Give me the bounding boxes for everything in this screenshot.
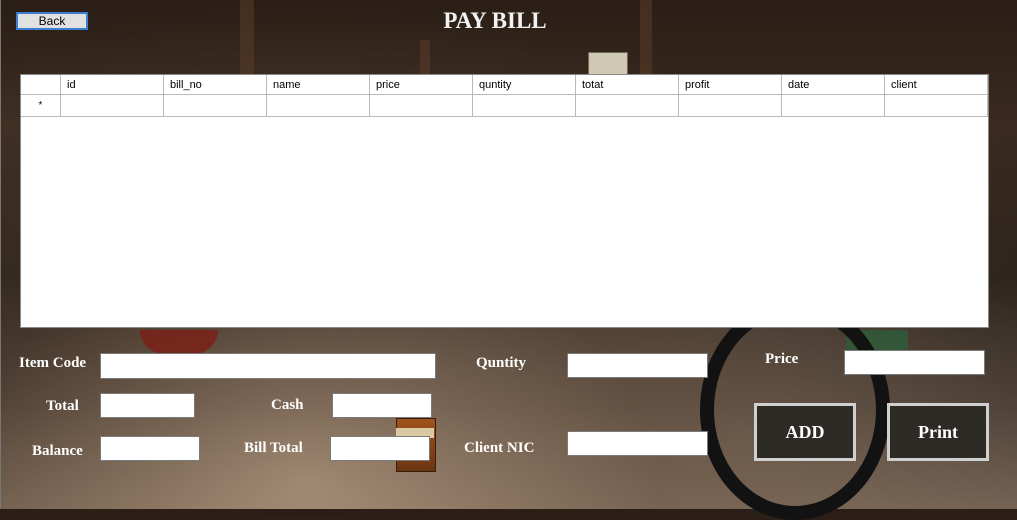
column-header-date[interactable]: date — [782, 75, 885, 95]
quantity-label: Quntity — [476, 355, 527, 371]
quantity-input[interactable] — [567, 353, 708, 378]
total-input[interactable] — [100, 393, 195, 418]
background-beam — [420, 40, 430, 74]
item-code-input[interactable] — [100, 353, 436, 379]
price-label: Price — [765, 351, 799, 367]
table-row-new[interactable]: * — [21, 95, 988, 117]
table-cell[interactable] — [267, 95, 370, 117]
table-cell[interactable] — [679, 95, 782, 117]
bill-total-input[interactable] — [330, 436, 430, 461]
table-cell[interactable] — [782, 95, 885, 117]
column-header-client[interactable]: client — [885, 75, 988, 95]
back-button[interactable]: Back — [16, 12, 88, 30]
background-sign — [588, 52, 628, 76]
grid-header: id bill_no name price quntity totat prof… — [21, 75, 988, 95]
page-title: PAY BILL — [443, 8, 547, 33]
table-cell[interactable] — [370, 95, 473, 117]
print-button[interactable]: Print — [887, 403, 989, 461]
table-cell[interactable] — [576, 95, 679, 117]
bill-total-label: Bill Total — [244, 440, 303, 456]
add-button[interactable]: ADD — [754, 403, 856, 461]
total-label: Total — [46, 398, 79, 414]
background-beam — [240, 0, 254, 80]
column-header-bill-no[interactable]: bill_no — [164, 75, 267, 95]
background-beam — [640, 0, 652, 74]
background-red-can — [140, 330, 218, 354]
item-code-label: Item Code — [19, 355, 87, 371]
grid-corner-header[interactable] — [21, 75, 61, 95]
column-header-quantity[interactable]: quntity — [473, 75, 576, 95]
table-cell[interactable] — [885, 95, 988, 117]
column-header-id[interactable]: id — [61, 75, 164, 95]
client-nic-input[interactable] — [567, 431, 708, 456]
new-row-marker[interactable]: * — [21, 95, 61, 117]
column-header-price[interactable]: price — [370, 75, 473, 95]
column-header-total[interactable]: totat — [576, 75, 679, 95]
column-header-name[interactable]: name — [267, 75, 370, 95]
table-cell[interactable] — [473, 95, 576, 117]
table-cell[interactable] — [61, 95, 164, 117]
bill-data-grid[interactable]: id bill_no name price quntity totat prof… — [20, 74, 989, 328]
client-nic-label: Client NIC — [464, 440, 535, 456]
price-input[interactable] — [844, 350, 985, 375]
table-cell[interactable] — [164, 95, 267, 117]
cash-input[interactable] — [332, 393, 432, 418]
balance-label: Balance — [32, 443, 83, 459]
column-header-profit[interactable]: profit — [679, 75, 782, 95]
cash-label: Cash — [271, 397, 304, 413]
balance-input[interactable] — [100, 436, 200, 461]
